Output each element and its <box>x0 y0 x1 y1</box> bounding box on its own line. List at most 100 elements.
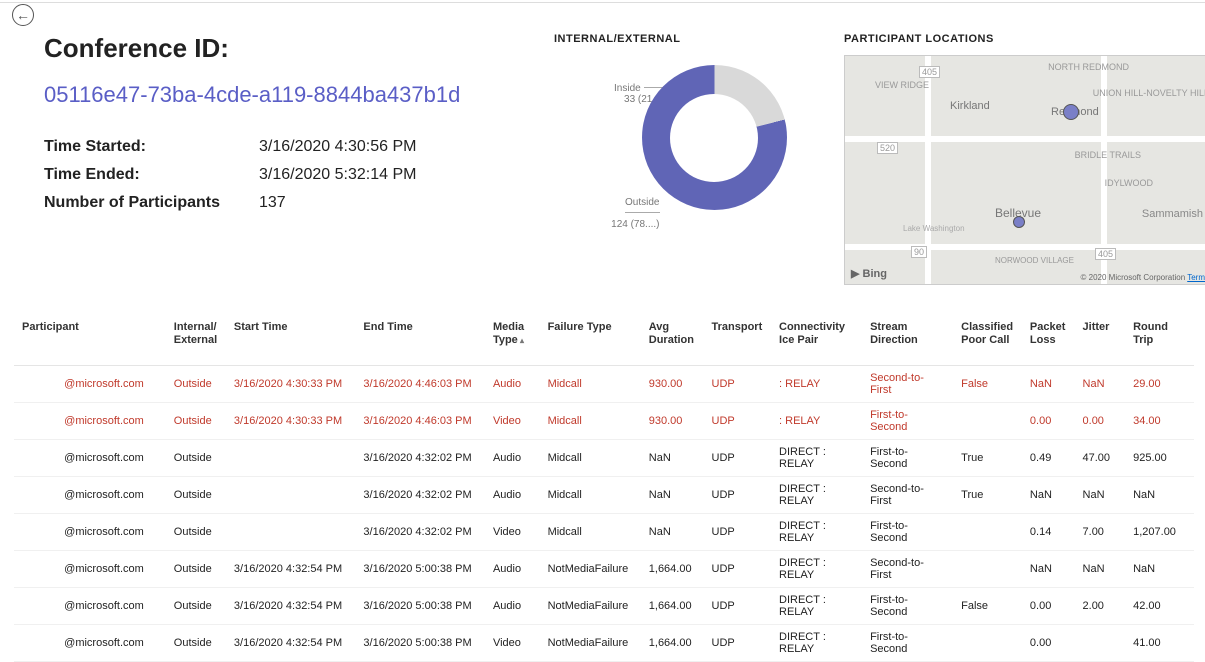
cell-media: Audio <box>485 366 540 403</box>
cell-avg: 1,664.00 <box>641 588 704 625</box>
cell-intext: Outside <box>166 403 226 440</box>
map-pin-bellevue[interactable] <box>1013 216 1025 228</box>
table-row[interactable]: @microsoft.comOutside3/16/2020 4:30:33 P… <box>14 366 1194 403</box>
map-terms-link[interactable]: Terms <box>1187 273 1205 282</box>
cell-jitter <box>1075 625 1126 662</box>
place-sammamish: Sammamish <box>1142 208 1203 220</box>
cell-start: 3/16/2020 4:30:33 PM <box>226 403 356 440</box>
cell-jitter: 47.00 <box>1075 440 1126 477</box>
col-end-time[interactable]: End Time <box>355 315 485 366</box>
cell-packet: 0.14 <box>1022 514 1075 551</box>
cell-packet: 0.00 <box>1022 625 1075 662</box>
cell-transport: UDP <box>704 551 772 588</box>
cell-jitter: 2.00 <box>1075 588 1126 625</box>
cell-participant: @microsoft.com <box>14 514 166 551</box>
cell-avg: 930.00 <box>641 403 704 440</box>
col-stream-direction[interactable]: Stream Direction <box>862 315 953 366</box>
cell-transport: UDP <box>704 403 772 440</box>
time-started-value: 3/16/2020 4:30:56 PM <box>259 138 416 156</box>
cell-conn: DIRECT : RELAY <box>771 440 862 477</box>
chart-title: INTERNAL/EXTERNAL <box>554 33 814 45</box>
cell-intext: Outside <box>166 477 226 514</box>
col-transport[interactable]: Transport <box>704 315 772 366</box>
cell-participant: @microsoft.com <box>14 588 166 625</box>
cell-participant: @microsoft.com <box>14 477 166 514</box>
cell-failure: NotMediaFailure <box>540 551 641 588</box>
cell-transport: UDP <box>704 514 772 551</box>
table-row[interactable]: @microsoft.comOutside3/16/2020 4:30:33 P… <box>14 403 1194 440</box>
cell-media: Audio <box>485 440 540 477</box>
col-internal-external[interactable]: Internal/ External <box>166 315 226 366</box>
col-packet-loss[interactable]: Packet Loss <box>1022 315 1075 366</box>
cell-stream: Second-to-First <box>862 551 953 588</box>
table-row[interactable]: @microsoft.comOutside3/16/2020 4:32:02 P… <box>14 440 1194 477</box>
cell-jitter: NaN <box>1075 477 1126 514</box>
time-ended-value: 3/16/2020 5:32:14 PM <box>259 166 416 184</box>
col-avg-duration[interactable]: Avg Duration <box>641 315 704 366</box>
summary-panel: Conference ID: 05116e47-73ba-4cde-a119-8… <box>0 3 1205 295</box>
cell-conn: : RELAY <box>771 403 862 440</box>
participant-map[interactable]: NORTH REDMOND VIEW RIDGE Kirkland Redmon… <box>844 55 1205 285</box>
cell-stream: Second-to-First <box>862 366 953 403</box>
col-classified-poor[interactable]: Classified Poor Call <box>953 315 1022 366</box>
cell-end: 3/16/2020 4:46:03 PM <box>355 366 485 403</box>
cell-packet: NaN <box>1022 477 1075 514</box>
cell-participant: @microsoft.com <box>14 366 166 403</box>
outside-value: 124 (78....) <box>611 219 659 230</box>
cell-media: Video <box>485 625 540 662</box>
col-media-type[interactable]: Media Type <box>485 315 540 366</box>
cell-media: Audio <box>485 588 540 625</box>
table-row[interactable]: @microsoft.comOutside 3/16/2020 4:32:02 P… <box>14 477 1194 514</box>
cell-conn: DIRECT : RELAY <box>771 588 862 625</box>
table-row[interactable]: @microsoft.comOutside3/16/2020 4:32:54 P… <box>14 588 1194 625</box>
cell-conn: DIRECT : RELAY <box>771 514 862 551</box>
col-failure-type[interactable]: Failure Type <box>540 315 641 366</box>
cell-avg: 1,664.00 <box>641 625 704 662</box>
cell-start <box>226 477 356 514</box>
cell-transport: UDP <box>704 588 772 625</box>
col-jitter[interactable]: Jitter <box>1075 315 1126 366</box>
cell-jitter: 7.00 <box>1075 514 1126 551</box>
cell-poor: False <box>953 588 1022 625</box>
table-row[interactable]: @microsoft.comOutside3/16/2020 4:32:54 P… <box>14 551 1194 588</box>
cell-stream: First-to-Second <box>862 440 953 477</box>
cell-stream: Second-to-First <box>862 477 953 514</box>
cell-start: 3/16/2020 4:32:54 PM <box>226 625 356 662</box>
cell-conn: DIRECT : RELAY <box>771 625 862 662</box>
map-pin-redmond[interactable] <box>1063 104 1079 120</box>
cell-poor: True <box>953 440 1022 477</box>
place-view-ridge: VIEW RIDGE <box>875 80 929 90</box>
time-started-label: Time Started: <box>44 138 259 156</box>
col-start-time[interactable]: Start Time <box>226 315 356 366</box>
cell-avg: 930.00 <box>641 366 704 403</box>
cell-packet: NaN <box>1022 551 1075 588</box>
cell-failure: Midcall <box>540 514 641 551</box>
conference-summary: Conference ID: 05116e47-73ba-4cde-a119-8… <box>44 33 524 285</box>
col-participant[interactable]: Participant <box>14 315 166 366</box>
back-button[interactable] <box>12 4 34 26</box>
col-connectivity[interactable]: Connectivity Ice Pair <box>771 315 862 366</box>
cell-stream: First-to-Second <box>862 625 953 662</box>
cell-conn: : RELAY <box>771 366 862 403</box>
time-ended-label: Time Ended: <box>44 166 259 184</box>
participant-count-value: 137 <box>259 194 286 212</box>
place-lake-washington: Lake Washington <box>903 224 965 233</box>
route-405-b: 405 <box>1095 248 1116 260</box>
cell-poor: True <box>953 477 1022 514</box>
table-row[interactable]: @microsoft.comOutside3/16/2020 4:32:54 P… <box>14 625 1194 662</box>
cell-start <box>226 514 356 551</box>
cell-end: 3/16/2020 5:00:38 PM <box>355 625 485 662</box>
conference-id-value: 05116e47-73ba-4cde-a119-8844ba437b1d <box>44 82 524 108</box>
col-round-trip[interactable]: Round Trip <box>1125 315 1194 366</box>
table-row[interactable]: @microsoft.comOutside3/16/2020 4:32:02 P… <box>14 514 1194 551</box>
cell-intext: Outside <box>166 366 226 403</box>
route-90: 90 <box>911 246 927 258</box>
cell-start: 3/16/2020 4:32:54 PM <box>226 588 356 625</box>
route-405-a: 405 <box>919 66 940 78</box>
cell-rt: 41.00 <box>1125 625 1194 662</box>
cell-end: 3/16/2020 5:00:38 PM <box>355 551 485 588</box>
cell-end: 3/16/2020 4:32:02 PM <box>355 477 485 514</box>
donut-chart <box>642 65 787 210</box>
cell-jitter: NaN <box>1075 551 1126 588</box>
participant-locations-block: PARTICIPANT LOCATIONS NORTH REDMOND VIEW… <box>844 33 1205 285</box>
